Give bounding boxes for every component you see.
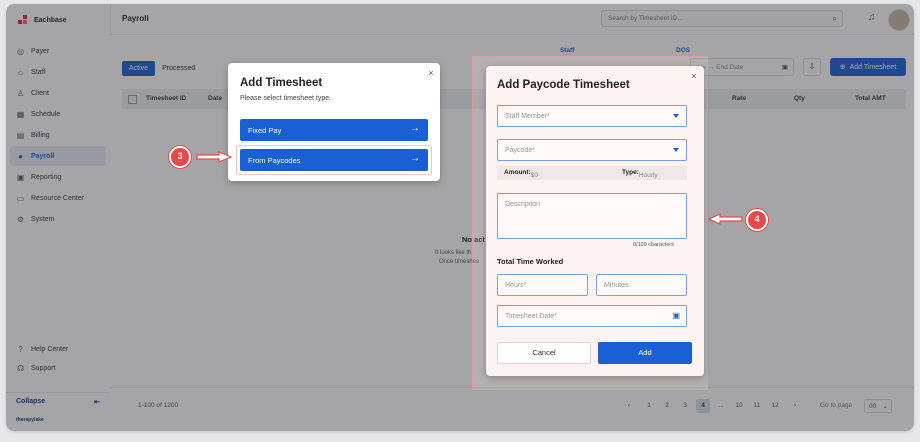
description-placeholder: Description <box>505 201 541 208</box>
step-4-marker: 4 <box>746 209 768 231</box>
modal-overlay <box>6 4 914 431</box>
caret-down-icon <box>673 114 679 118</box>
timesheet-date-input[interactable]: Timesheet Date* ▣ <box>497 305 687 327</box>
character-counter: 0/100 characters <box>633 242 674 248</box>
type-info: Type: Hourly <box>622 169 658 179</box>
staff-member-placeholder: Staff Member* <box>505 113 550 120</box>
close-icon[interactable]: × <box>426 68 436 78</box>
type-value: Hourly <box>638 172 658 179</box>
option-label: Fixed Pay <box>248 126 282 135</box>
paycode-placeholder: Paycode* <box>505 147 535 154</box>
hours-input[interactable]: Hours* <box>497 274 588 296</box>
total-time-heading: Total Time Worked <box>497 257 564 266</box>
dialog-title: Add Paycode Timesheet <box>497 79 630 91</box>
staff-member-select[interactable]: Staff Member* <box>497 105 687 127</box>
arrow-right-icon: → <box>410 153 420 164</box>
paycode-info: Amount: $0 Type: Hourly <box>497 166 687 180</box>
app-window: Eachbase ◎ Payer ⌂ Staff ♙ Client ▦ Sche… <box>6 4 914 431</box>
minutes-input[interactable]: Minutes <box>596 274 687 296</box>
close-icon[interactable]: × <box>689 71 699 81</box>
arrow-right-icon: → <box>410 123 420 134</box>
step-3-marker: 3 <box>169 146 191 168</box>
step-4-arrow-icon <box>708 213 743 225</box>
description-textarea[interactable]: Description <box>497 193 687 239</box>
add-button[interactable]: Add <box>598 342 692 364</box>
step-3-arrow-icon <box>196 151 233 163</box>
minutes-placeholder: Minutes <box>604 282 629 289</box>
hours-placeholder: Hours* <box>505 282 527 289</box>
cancel-button[interactable]: Cancel <box>497 342 591 364</box>
amount-label: Amount: <box>504 169 531 176</box>
amount-value: $0 <box>530 172 538 179</box>
add-timesheet-dialog: Add Timesheet Please select timesheet ty… <box>228 63 440 181</box>
type-label: Type: <box>622 169 639 176</box>
add-paycode-timesheet-dialog: Add Paycode Timesheet × Staff Member* Pa… <box>486 66 704 376</box>
caret-down-icon <box>673 148 679 152</box>
option-label: From Paycodes <box>248 156 301 165</box>
dialog-title: Add Timesheet <box>240 77 323 89</box>
from-paycodes-option[interactable]: From Paycodes → <box>240 149 428 171</box>
timesheet-date-placeholder: Timesheet Date* <box>505 313 557 320</box>
amount-info: Amount: $0 <box>504 169 538 179</box>
dialog-subtitle: Please select timesheet type. <box>240 95 332 102</box>
calendar-icon[interactable]: ▣ <box>672 311 680 320</box>
fixed-pay-option[interactable]: Fixed Pay → <box>240 119 428 141</box>
paycode-select[interactable]: Paycode* <box>497 139 687 161</box>
